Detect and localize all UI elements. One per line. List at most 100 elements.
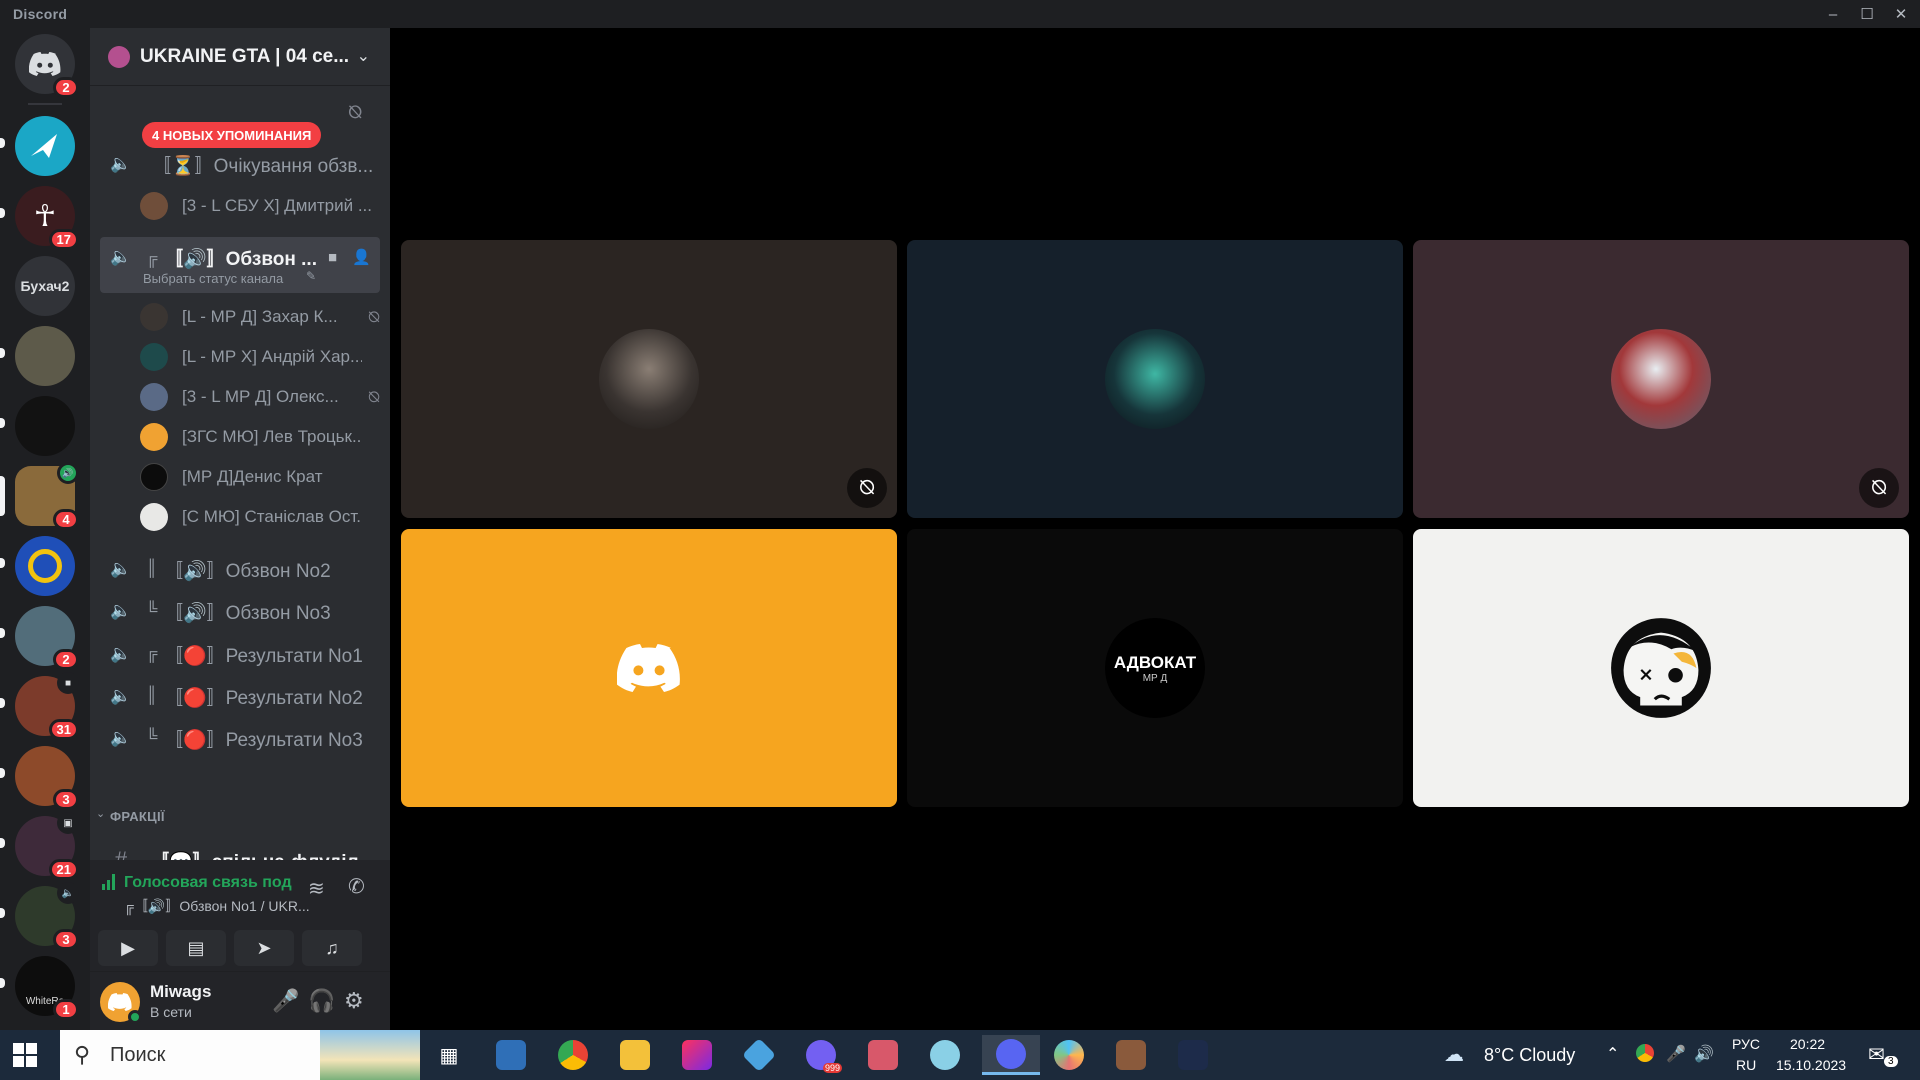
- screen-share-button[interactable]: ▤: [166, 930, 226, 966]
- language-top[interactable]: РУС: [1732, 1036, 1760, 1052]
- channel-obzvon-3[interactable]: 🔈 ╚ 〚🔊〛Обзвон No3: [90, 593, 390, 629]
- microphone-icon[interactable]: 🎤: [272, 988, 299, 1014]
- invite-icon[interactable]: 👤: [352, 248, 371, 266]
- server-icon[interactable]: ■ 31: [0, 672, 79, 740]
- server-icon[interactable]: ☥ 17: [0, 186, 79, 250]
- task-view-icon[interactable]: ▦: [428, 1035, 470, 1075]
- voice-channel-path[interactable]: ╔〚🔊〛Обзвон No1 / UKR...: [124, 896, 310, 916]
- home-button[interactable]: 2: [15, 34, 79, 98]
- participant-tile[interactable]: АДВОКАТ МР Д: [907, 529, 1403, 807]
- avatar: [140, 303, 168, 331]
- voice-member[interactable]: [3 - L МР Д] Олекс... ⦰: [140, 377, 380, 417]
- voice-status[interactable]: Голосовая связь под: [124, 874, 292, 892]
- server-icon[interactable]: [0, 396, 75, 456]
- channel-obzvon-2[interactable]: 🔈 ║ 〚🔊〛Обзвон No2: [90, 551, 390, 587]
- server-icon[interactable]: ▣ 21: [0, 812, 79, 880]
- microphone-icon[interactable]: 🎤: [1666, 1044, 1686, 1064]
- user-panel: Miwags В сети 🎤 🎧 ⚙: [90, 972, 390, 1030]
- chat-icon[interactable]: ■: [328, 249, 337, 266]
- server-icon[interactable]: 2: [0, 606, 79, 670]
- calendar-icon: ▣: [57, 812, 79, 834]
- voice-member[interactable]: [С МЮ] Станіслав Ост...: [140, 497, 380, 537]
- soundboard-button[interactable]: ♫: [302, 930, 362, 966]
- notifications-icon[interactable]: ✉: [1868, 1042, 1885, 1067]
- voice-member[interactable]: [3 - L СБУ Х] Дмитрий ...: [140, 186, 380, 226]
- calculator-icon[interactable]: [490, 1035, 532, 1075]
- voice-member[interactable]: [ЗГС МЮ] Лев Троцьк...: [140, 417, 380, 457]
- settings-gear-icon[interactable]: ⚙: [344, 988, 364, 1014]
- activity-button[interactable]: ➤: [234, 930, 294, 966]
- disconnect-icon[interactable]: ✆: [348, 874, 365, 899]
- server-icon[interactable]: [0, 536, 75, 596]
- game-launcher-icon[interactable]: [1110, 1035, 1152, 1075]
- game-app-icon[interactable]: [862, 1035, 904, 1075]
- mic-muted-icon: ⦰: [367, 388, 380, 406]
- participant-tile[interactable]: ×: [1413, 529, 1909, 807]
- clock-time[interactable]: 20:22: [1790, 1036, 1825, 1052]
- viber-icon[interactable]: 999: [800, 1035, 842, 1075]
- noise-suppression-icon[interactable]: ≋: [308, 876, 325, 901]
- chrome-icon[interactable]: [552, 1035, 594, 1075]
- language-bottom[interactable]: RU: [1736, 1057, 1756, 1073]
- channel-status-hint[interactable]: Выбрать статус канала: [143, 271, 283, 286]
- server-icon[interactable]: Бухач2: [15, 256, 75, 316]
- gta-launcher-icon[interactable]: [1172, 1035, 1214, 1075]
- server-icon[interactable]: [0, 116, 75, 176]
- paint-icon[interactable]: [1048, 1035, 1090, 1075]
- app-cube-icon[interactable]: [738, 1035, 780, 1075]
- voice-member[interactable]: [L - МР Д] Захар К... ⦰: [140, 297, 380, 337]
- chevron-up-icon[interactable]: ⌃: [1606, 1044, 1619, 1064]
- server-header[interactable]: UKRAINE GTA | 04 се... ⌄: [90, 28, 390, 86]
- server-icon[interactable]: WhiteRa 1: [0, 956, 79, 1020]
- minimize-button[interactable]: –: [1816, 0, 1850, 28]
- tree-prefix: ║: [146, 560, 158, 577]
- speaker-icon: 🔈: [110, 247, 132, 266]
- taskbar-search[interactable]: ⚲ Поиск: [60, 1030, 420, 1080]
- speaker-icon: 🔈: [110, 154, 132, 173]
- avatar: [140, 383, 168, 411]
- voice-member[interactable]: [L - МР Х] Андрій Хар...: [140, 337, 380, 377]
- server-icon[interactable]: 🔊 4: [0, 462, 79, 530]
- cloud-icon[interactable]: ☁: [1444, 1042, 1464, 1067]
- avatar: АДВОКАТ МР Д: [1105, 618, 1205, 718]
- jetbrains-icon[interactable]: [676, 1035, 718, 1075]
- participant-tile[interactable]: [907, 240, 1403, 518]
- chrome-tray-icon[interactable]: [1636, 1044, 1654, 1066]
- viber-badge: 999: [822, 1063, 842, 1073]
- participant-tile[interactable]: ⦰: [1413, 240, 1909, 518]
- channel-results-3[interactable]: 🔈 ╚ 〚🔴〛Результати No3: [90, 720, 390, 756]
- camera-button[interactable]: ▶: [98, 930, 158, 966]
- username: Miwags: [150, 982, 212, 1001]
- participant-tile[interactable]: ⦰: [401, 240, 897, 518]
- voice-member[interactable]: [МР Д]Денис Крат: [140, 457, 380, 497]
- channel-results-1[interactable]: 🔈 ╔ 〚🔴〛Результати No1: [90, 636, 390, 672]
- robot-app-icon[interactable]: [924, 1035, 966, 1075]
- signal-icon: [102, 874, 118, 890]
- chevron-down-icon[interactable]: ⌄: [96, 807, 105, 820]
- close-button[interactable]: ✕: [1884, 0, 1918, 28]
- server-icon[interactable]: 3: [0, 746, 79, 810]
- maximize-button[interactable]: ☐: [1850, 0, 1884, 28]
- headphones-icon[interactable]: 🎧: [308, 988, 335, 1014]
- participant-tile[interactable]: [401, 529, 897, 807]
- volume-icon[interactable]: 🔊: [1694, 1044, 1714, 1064]
- skull-avatar-icon: ×: [1611, 618, 1711, 718]
- discord-taskbar-icon[interactable]: [982, 1035, 1040, 1075]
- chevron-down-icon[interactable]: ⌄: [357, 46, 370, 66]
- channel-results-2[interactable]: 🔈 ║ 〚🔴〛Результати No2: [90, 678, 390, 714]
- server-icon[interactable]: [0, 326, 75, 386]
- clock-date[interactable]: 15.10.2023: [1776, 1057, 1846, 1073]
- avatar: [1611, 329, 1711, 429]
- category-label[interactable]: ФРАКЦІЇ: [110, 809, 165, 824]
- channel-obzvon-1[interactable]: 🔈 ╔ 〚🔊〛Обзвон ... ■ 👤: [90, 239, 390, 275]
- ring-logo-icon: [28, 549, 62, 583]
- new-mentions-pill[interactable]: 4 НОВЫХ УПОМИНАНИЯ: [142, 122, 322, 148]
- server-icon[interactable]: 🔈 3: [0, 882, 79, 950]
- user-status: В сети: [150, 1004, 192, 1020]
- channel-waiting[interactable]: 🔈 〚⏳〛Очікування обзв...: [90, 146, 390, 182]
- file-explorer-icon[interactable]: [614, 1035, 656, 1075]
- channel-label: 〚🔴〛Результати No3: [164, 729, 363, 751]
- avatar: [140, 463, 168, 491]
- weather-text[interactable]: 8°C Cloudy: [1484, 1045, 1575, 1066]
- windows-start-icon[interactable]: [12, 1042, 38, 1068]
